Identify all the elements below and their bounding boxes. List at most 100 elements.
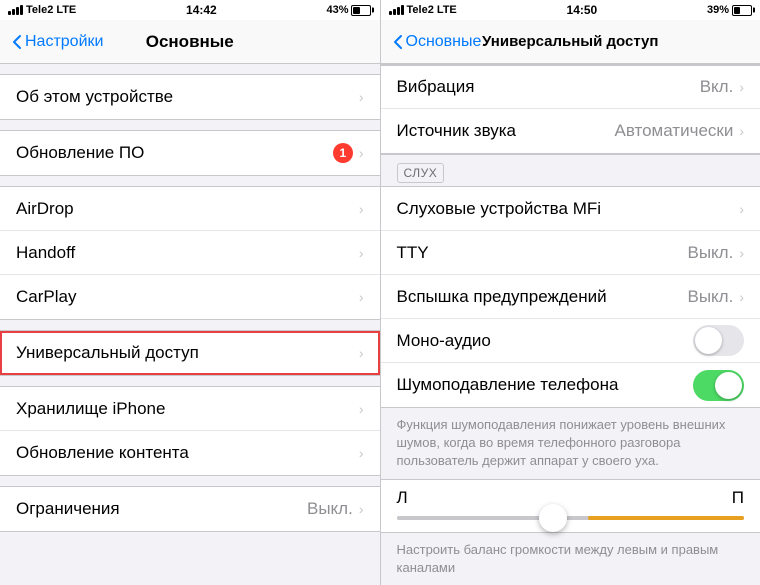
info-text: Функция шумоподавления понижает уровень … bbox=[381, 408, 760, 479]
spacer bbox=[0, 176, 380, 186]
item-right: Выкл. › bbox=[687, 243, 744, 263]
list-item[interactable]: TTY Выкл. › bbox=[381, 231, 760, 275]
list-item[interactable]: Вспышка предупреждений Выкл. › bbox=[381, 275, 760, 319]
back-button-left[interactable]: Настройки bbox=[12, 33, 103, 51]
signal-icon bbox=[8, 5, 23, 15]
list-item[interactable]: Источник звука Автоматически › bbox=[381, 109, 760, 153]
slider-fill-left bbox=[397, 516, 553, 520]
slider-right-label: П bbox=[732, 488, 744, 508]
list-item[interactable]: Вибрация Вкл. › bbox=[381, 65, 760, 109]
back-label-right: Основные bbox=[406, 33, 482, 51]
battery-icon-left bbox=[351, 5, 371, 16]
list-item[interactable]: Слуховые устройства MFi › bbox=[381, 187, 760, 231]
list-item[interactable]: Хранилище iPhone › bbox=[0, 387, 380, 431]
item-label: CarPlay bbox=[16, 287, 76, 307]
spacer-bottom bbox=[0, 532, 380, 552]
mono-audio-item[interactable]: Моно-аудио bbox=[381, 319, 760, 363]
spacer bbox=[0, 120, 380, 130]
left-scroll[interactable]: Об этом устройстве › Обновление ПО 1 › A… bbox=[0, 64, 380, 585]
sound-source-label: Источник звука bbox=[397, 121, 517, 141]
value-text: Автоматически bbox=[614, 121, 733, 141]
section-3: AirDrop › Handoff › CarPlay › bbox=[0, 186, 380, 320]
toggle-knob bbox=[715, 372, 742, 399]
slider-track[interactable] bbox=[397, 516, 745, 520]
battery-pct-left: 43% bbox=[326, 4, 348, 16]
value-text: Выкл. bbox=[307, 499, 353, 519]
item-right: › bbox=[359, 401, 364, 417]
item-right: Автоматически › bbox=[614, 121, 744, 141]
chevron-icon: › bbox=[359, 245, 364, 261]
back-button-right[interactable]: Основные bbox=[393, 33, 482, 51]
section-4: Универсальный доступ › bbox=[0, 330, 380, 376]
slider-fill-right bbox=[588, 516, 744, 520]
list-item[interactable]: Обновление ПО 1 › bbox=[0, 131, 380, 175]
carrier-right: Tele2 bbox=[407, 4, 434, 16]
item-right: › bbox=[359, 201, 364, 217]
value-text: Выкл. bbox=[687, 287, 733, 307]
network-right: LTE bbox=[437, 4, 457, 16]
chevron-icon: › bbox=[359, 145, 364, 161]
badge: 1 bbox=[333, 143, 353, 163]
slider-thumb[interactable] bbox=[539, 504, 567, 532]
right-panel: Tele2 LTE 14:50 39% Основные Универсальн… bbox=[381, 0, 760, 585]
section-6: Ограничения Выкл. › bbox=[0, 486, 380, 532]
list-item[interactable]: CarPlay › bbox=[0, 275, 380, 319]
list-item[interactable]: AirDrop › bbox=[0, 187, 380, 231]
nav-bar-left: Настройки Основные bbox=[0, 20, 380, 64]
item-right: › bbox=[359, 345, 364, 361]
time-left: 14:42 bbox=[186, 3, 217, 17]
item-right: Выкл. › bbox=[687, 287, 744, 307]
spacer bbox=[0, 320, 380, 330]
item-right: 1 › bbox=[333, 143, 364, 163]
mono-toggle[interactable] bbox=[693, 325, 744, 356]
item-label: Хранилище iPhone bbox=[16, 399, 165, 419]
mfi-label: Слуховые устройства MFi bbox=[397, 199, 602, 219]
item-right: › bbox=[359, 89, 364, 105]
hearing-section-label: СЛУХ bbox=[397, 163, 445, 183]
balance-text: Настроить баланс громкости между левым и… bbox=[381, 533, 760, 585]
list-item[interactable]: Handoff › bbox=[0, 231, 380, 275]
tty-label: TTY bbox=[397, 243, 429, 263]
chevron-icon: › bbox=[359, 501, 364, 517]
value-text: Вкл. bbox=[700, 77, 734, 97]
left-panel: Tele2 LTE 14:42 43% Настройки Основные О… bbox=[0, 0, 381, 585]
spacer bbox=[0, 476, 380, 486]
slider-section: Л П bbox=[381, 479, 760, 533]
section-1: Об этом устройстве › bbox=[0, 74, 380, 120]
chevron-left-icon bbox=[12, 34, 22, 50]
noise-cancel-item[interactable]: Шумоподавление телефона bbox=[381, 363, 760, 407]
nav-bar-right: Основные Универсальный доступ bbox=[381, 20, 760, 64]
noise-toggle[interactable] bbox=[693, 370, 744, 401]
universal-access-item[interactable]: Универсальный доступ › bbox=[0, 331, 380, 375]
item-label: Обновление ПО bbox=[16, 143, 144, 163]
signal-icon-right bbox=[389, 5, 404, 15]
time-right: 14:50 bbox=[567, 3, 598, 17]
section-2: Обновление ПО 1 › bbox=[0, 130, 380, 176]
hearing-section: Слуховые устройства MFi › TTY Выкл. › Вс… bbox=[381, 186, 760, 408]
slider-row: Л П bbox=[381, 480, 760, 533]
list-item[interactable]: Об этом устройстве › bbox=[0, 75, 380, 119]
battery-fill-right bbox=[734, 7, 740, 14]
battery-icon-right bbox=[732, 5, 752, 16]
chevron-icon: › bbox=[739, 201, 744, 217]
item-right: › bbox=[359, 245, 364, 261]
item-right: › bbox=[359, 445, 364, 461]
page-title-left: Основные bbox=[146, 32, 234, 52]
battery-fill-left bbox=[353, 7, 360, 14]
item-label: Ограничения bbox=[16, 499, 120, 519]
item-right: Выкл. › bbox=[307, 499, 364, 519]
mono-label: Моно-аудио bbox=[397, 331, 491, 351]
list-item[interactable]: Обновление контента › bbox=[0, 431, 380, 475]
vibration-label: Вибрация bbox=[397, 77, 475, 97]
flash-label: Вспышка предупреждений bbox=[397, 287, 607, 307]
page-title-right: Универсальный доступ bbox=[482, 33, 658, 50]
chevron-icon: › bbox=[739, 123, 744, 139]
top-section: Вибрация Вкл. › Источник звука Автоматич… bbox=[381, 64, 760, 154]
right-scroll[interactable]: Вибрация Вкл. › Источник звука Автоматич… bbox=[381, 64, 760, 585]
chevron-icon: › bbox=[359, 289, 364, 305]
chevron-icon: › bbox=[359, 89, 364, 105]
chevron-icon: › bbox=[739, 245, 744, 261]
section-header-hearing: СЛУХ bbox=[381, 154, 760, 186]
back-label-left: Настройки bbox=[25, 33, 103, 51]
list-item[interactable]: Ограничения Выкл. › bbox=[0, 487, 380, 531]
